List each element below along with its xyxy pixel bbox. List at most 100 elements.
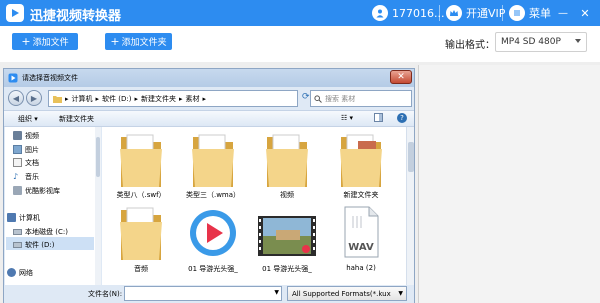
dialog-bottom-bar: 文件名(N): ▼ All Supported Formats(*.kux ▼ [4, 285, 414, 303]
nav-item-youku[interactable]: 优酷影视库 [13, 186, 60, 196]
file-name: 新建文件夹 [343, 191, 379, 199]
nav-item-music[interactable]: ♪ 音乐 [13, 172, 39, 182]
dialog-close-button[interactable]: ✕ [390, 70, 412, 84]
documents-library-icon [13, 158, 22, 167]
minimize-button[interactable]: — [556, 4, 570, 22]
svg-text:WAV: WAV [348, 242, 374, 253]
file-item[interactable]: 视频 [254, 129, 320, 199]
file-item[interactable]: 01 导游光头强_ [254, 204, 320, 274]
file-name: haha (2) [346, 264, 376, 272]
refresh-icon[interactable]: ⟳ [302, 92, 310, 102]
address-bar[interactable]: ▸ 计算机 ▸ 软件 (D:) ▸ 新建文件夹 ▸ 素材 ▸ [48, 90, 298, 107]
file-item[interactable]: 音频 [108, 204, 174, 274]
chevron-down-icon: ▼ [398, 290, 403, 297]
file-item[interactable]: WAV haha (2) [328, 204, 394, 274]
menu-button[interactable]: 菜单 [509, 4, 551, 22]
computer-icon [7, 213, 16, 222]
vip-crown-icon [446, 5, 462, 21]
file-name: 视频 [280, 191, 294, 199]
file-list-scrollbar[interactable] [406, 127, 414, 285]
breadcrumb-sep: ▸ [65, 94, 69, 103]
file-name: 01 导游光头强_ [188, 265, 238, 273]
nav-item-label: 优酷影视库 [25, 187, 60, 195]
file-item[interactable]: 类型八（.swf） [108, 129, 174, 199]
vip-button[interactable]: 开通VIP [446, 4, 505, 22]
breadcrumb-item[interactable]: 新建文件夹 [141, 94, 176, 104]
folder-icon [120, 134, 162, 187]
nav-item-label: 音乐 [25, 173, 39, 181]
breadcrumb-sep: ▸ [95, 94, 100, 103]
filename-input[interactable]: ▼ [124, 286, 282, 301]
drive-icon [13, 229, 22, 235]
breadcrumb-item[interactable]: 计算机 [72, 94, 93, 104]
preview-pane-icon[interactable] [374, 113, 383, 124]
nav-item-videos[interactable]: 视频 [13, 131, 39, 141]
plus-icon: + [110, 35, 120, 48]
breadcrumb-item[interactable]: 素材 [186, 94, 200, 104]
pictures-library-icon [13, 145, 22, 154]
right-panel [418, 65, 600, 303]
search-placeholder: 搜索 素材 [325, 94, 356, 103]
folder-icon [120, 207, 162, 260]
nav-item-label: 本地磁盘 (C:) [25, 228, 68, 236]
file-item[interactable]: 类型三（.wma） [180, 129, 246, 199]
back-button[interactable]: ◀ [8, 90, 24, 106]
drive-icon [13, 242, 22, 248]
dialog-title: 请选择音视频文件 [22, 74, 78, 82]
folder-icon [53, 95, 62, 103]
add-file-label: 添加文件 [32, 38, 69, 48]
nav-item-drive-c[interactable]: 本地磁盘 (C:) [13, 227, 68, 237]
chevron-down-icon [575, 39, 581, 43]
user-icon [372, 5, 388, 21]
nav-item-label: 视频 [25, 132, 39, 140]
plus-icon: + [21, 35, 31, 48]
nav-item-pictures[interactable]: 图片 [13, 145, 39, 155]
search-input[interactable]: 搜索 素材 [310, 90, 412, 107]
header-divider [439, 5, 440, 21]
chevron-down-icon[interactable]: ▼ [274, 289, 279, 296]
file-list-scroll-thumb[interactable] [408, 142, 414, 172]
nav-item-label: 网络 [19, 269, 33, 277]
file-name: 01 导游光头强_ [262, 265, 312, 273]
file-item[interactable]: 01 导游光头强_ [180, 204, 246, 274]
file-type-select[interactable]: All Supported Formats(*.kux ▼ [287, 286, 407, 301]
navigation-pane: 视频 图片 文档 ♪ 音乐 优酷影视库 计算机 本地磁盘 (C:) 软件 (D:… [5, 127, 101, 303]
organize-button[interactable]: 组织 ▾ [18, 114, 38, 124]
navigation-bar: ◀ ▶ ▸ 计算机 ▸ 软件 (D:) ▸ 新建文件夹 ▸ 素材 ▸ ⟳ 搜索 … [4, 88, 414, 110]
output-format-select[interactable]: MP4 SD 480P [495, 32, 587, 52]
folder-icon [340, 134, 382, 187]
breadcrumb-sep: ▸ [134, 94, 138, 103]
menu-label: 菜单 [529, 7, 551, 20]
nav-scrollbar[interactable] [95, 127, 101, 303]
dialog-app-icon [8, 73, 18, 83]
search-icon [314, 95, 322, 103]
arrow-left-icon: ◀ [12, 93, 20, 103]
view-options-icon[interactable]: ☷ ▾ [341, 114, 353, 122]
help-icon[interactable]: ? [397, 113, 407, 123]
add-file-button[interactable]: + 添加文件 [12, 33, 78, 50]
toolbar: + 添加文件 + 添加文件夹 输出格式： MP4 SD 480P [0, 26, 600, 62]
account-button[interactable]: 177016... [372, 4, 444, 22]
nav-item-label: 软件 (D:) [25, 241, 55, 249]
nav-scroll-thumb[interactable] [96, 137, 100, 177]
breadcrumb-item[interactable]: 软件 (D:) [102, 94, 131, 104]
nav-item-drive-d[interactable]: 软件 (D:) [13, 240, 55, 250]
nav-item-label: 图片 [25, 146, 39, 154]
nav-item-documents[interactable]: 文档 [13, 158, 39, 168]
dialog-titlebar: 请选择音视频文件 ✕ [4, 69, 414, 87]
wav-file-icon: WAV [344, 206, 379, 258]
forward-button[interactable]: ▶ [26, 90, 42, 106]
filename-label: 文件名(N): [88, 290, 123, 298]
new-folder-button[interactable]: 新建文件夹 [59, 114, 94, 124]
file-open-dialog: 请选择音视频文件 ✕ ◀ ▶ ▸ 计算机 ▸ 软件 (D:) ▸ 新建文件夹 ▸… [3, 68, 415, 303]
video-thumbnail-icon [258, 216, 316, 256]
close-button[interactable]: ✕ [578, 4, 592, 22]
add-folder-button[interactable]: + 添加文件夹 [105, 33, 172, 50]
nav-item-computer[interactable]: 计算机 [7, 213, 40, 223]
app-title: 迅捷视频转换器 [30, 9, 122, 24]
file-name: 类型三（.wma） [185, 191, 241, 199]
nav-item-network[interactable]: 网络 [7, 268, 33, 278]
video-library-icon [13, 131, 22, 140]
file-item[interactable]: 新建文件夹 [328, 129, 394, 199]
folder-icon [192, 134, 234, 187]
